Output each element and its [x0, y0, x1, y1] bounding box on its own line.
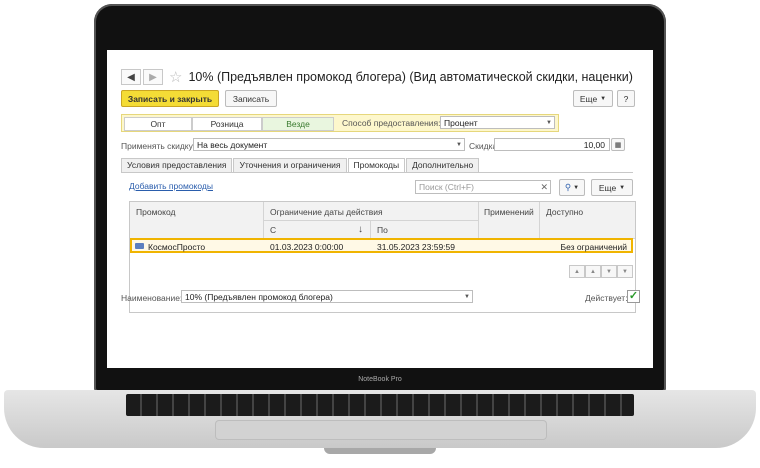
- column-date-limit[interactable]: Ограничение даты действия: [270, 207, 383, 217]
- column-available[interactable]: Доступно: [546, 207, 583, 217]
- save-and-close-button[interactable]: Записать и закрыть: [121, 90, 219, 107]
- promocode-icon: [135, 243, 144, 249]
- grid-more-button[interactable]: Еще ▼: [591, 179, 633, 196]
- segment-option-everywhere[interactable]: Везде: [262, 117, 334, 131]
- app-window: ◀ ▶ ☆ 10% (Предъявлен промокод блогера) …: [107, 50, 653, 368]
- dropdown-arrow-icon: ▼: [464, 294, 470, 300]
- back-button[interactable]: ◀: [121, 69, 141, 85]
- chevron-down-icon: ▼: [573, 184, 580, 191]
- search-placeholder: Поиск (Ctrl+F): [419, 182, 474, 192]
- column-promo[interactable]: Промокод: [136, 207, 175, 217]
- dropdown-arrow-icon: ▼: [456, 142, 462, 148]
- method-select[interactable]: Процент ▼: [440, 116, 555, 129]
- tab-divider: [121, 172, 633, 173]
- column-from[interactable]: С: [270, 225, 276, 235]
- grid-more-label: Еще: [598, 182, 617, 193]
- tab-promocodes[interactable]: Промокоды: [347, 158, 406, 172]
- chevron-down-icon: ▼: [600, 95, 607, 102]
- tab-bar: Условия предоставления Уточнения и огран…: [121, 158, 480, 172]
- method-label: Способ предоставления:: [342, 118, 441, 128]
- header-divider: [478, 202, 479, 238]
- name-value: 10% (Предъявлен промокод блогера): [185, 292, 333, 302]
- laptop-keyboard: [126, 394, 634, 416]
- move-first-icon[interactable]: ▲: [569, 265, 585, 278]
- more-button[interactable]: Еще ▼: [573, 90, 613, 107]
- table-row[interactable]: КосмосПросто 01.03.2023 0:00:00 31.05.20…: [130, 238, 633, 253]
- more-label: Еще: [579, 93, 598, 104]
- search-input[interactable]: Поиск (Ctrl+F) ✕: [415, 180, 551, 194]
- cell-promo: КосмосПросто: [148, 242, 206, 252]
- tab-conditions[interactable]: Условия предоставления: [121, 158, 233, 172]
- sort-arrow-down-icon: ↓: [358, 224, 363, 235]
- apply-value: На весь документ: [197, 140, 268, 150]
- laptop-notch: [324, 448, 436, 454]
- search-icon: ⚲: [564, 182, 572, 192]
- store-segment-bar: Опт Розница Везде Способ предоставления:…: [121, 114, 559, 132]
- page-title: 10% (Предъявлен промокод блогера) (Вид а…: [188, 70, 633, 84]
- column-to[interactable]: По: [377, 225, 388, 235]
- save-button[interactable]: Записать: [225, 90, 277, 107]
- cell-from: 01.03.2023 0:00:00: [270, 242, 344, 252]
- arrow-right-icon: ▶: [149, 71, 157, 83]
- apply-label: Применять скидку:: [121, 141, 196, 151]
- segment-option-wholesale[interactable]: Опт: [124, 117, 192, 131]
- chevron-down-icon: ▼: [619, 184, 626, 191]
- calculator-icon[interactable]: ▦: [611, 138, 625, 151]
- help-button[interactable]: ?: [617, 90, 635, 107]
- segment-option-retail[interactable]: Розница: [192, 117, 262, 131]
- favorite-star-icon[interactable]: ☆: [169, 68, 182, 86]
- name-input[interactable]: 10% (Предъявлен промокод блогера) ▼: [181, 290, 473, 303]
- header-divider: [263, 202, 264, 238]
- move-down-icon[interactable]: ▼: [601, 265, 617, 278]
- name-label: Наименование:: [121, 293, 183, 303]
- apply-select[interactable]: На весь документ ▼: [193, 138, 465, 151]
- tab-additional[interactable]: Дополнительно: [406, 158, 480, 172]
- method-value: Процент: [444, 118, 478, 128]
- laptop-brand: NoteBook Pro: [358, 376, 402, 383]
- header-divider: [539, 202, 540, 238]
- search-button[interactable]: ⚲ ▼: [559, 179, 585, 196]
- forward-button[interactable]: ▶: [143, 69, 163, 85]
- tab-restrictions[interactable]: Уточнения и ограничения: [233, 158, 347, 172]
- move-up-icon[interactable]: ▲: [585, 265, 601, 278]
- arrow-left-icon: ◀: [127, 71, 135, 83]
- dropdown-arrow-icon: ▼: [546, 120, 552, 126]
- checkmark-icon: ✓: [628, 290, 639, 302]
- cell-available: Без ограничений: [560, 242, 627, 252]
- active-checkbox[interactable]: ✓: [627, 290, 640, 303]
- title-bar: ◀ ▶ ☆ 10% (Предъявлен промокод блогера) …: [121, 68, 643, 86]
- cell-to: 31.05.2023 23:59:59: [377, 242, 455, 252]
- active-label: Действует:: [585, 293, 628, 303]
- discount-input[interactable]: 10,00: [494, 138, 610, 151]
- add-promocodes-link[interactable]: Добавить промокоды: [129, 181, 213, 191]
- table-header: Промокод Ограничение даты действия Приме…: [130, 202, 635, 239]
- laptop-trackpad: [215, 420, 547, 440]
- column-uses[interactable]: Применений: [484, 207, 534, 217]
- move-last-icon[interactable]: ▼: [617, 265, 633, 278]
- clear-icon[interactable]: ✕: [540, 181, 548, 193]
- header-divider: [370, 220, 371, 238]
